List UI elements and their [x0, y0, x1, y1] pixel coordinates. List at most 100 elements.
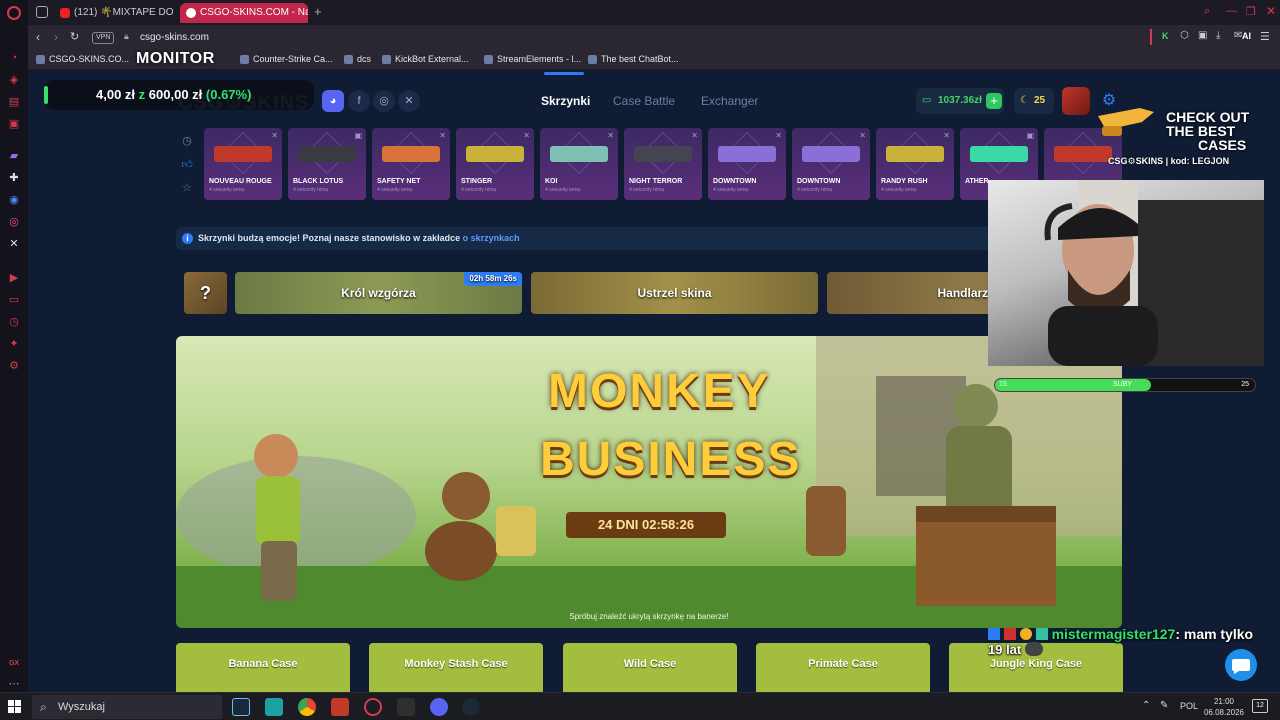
- kick-extension-icon[interactable]: K: [1162, 31, 1169, 41]
- aria-icon[interactable]: ◈: [6, 72, 22, 88]
- gift-badge-icon: [1019, 628, 1032, 640]
- knife-icon: [1098, 108, 1154, 136]
- drop-time: 4 sekundy temu: [797, 187, 833, 193]
- more-icon[interactable]: ⋯: [6, 676, 22, 692]
- case-primate[interactable]: Primate Case: [756, 643, 930, 692]
- bookmark-item[interactable]: StreamElements - l...: [484, 54, 581, 64]
- bookmark-item[interactable]: CSGO-SKINS.CO...: [36, 54, 129, 64]
- mystery-event[interactable]: ?: [184, 272, 227, 314]
- drop-name: NOUVEAU ROUGE: [209, 178, 272, 185]
- notifications-icon[interactable]: 12: [1252, 699, 1268, 713]
- reload-icon[interactable]: ↻: [70, 30, 79, 43]
- settings-icon[interactable]: ⚙: [6, 358, 22, 374]
- drop-item[interactable]: ✕ DOWNTOWN 4 sekundy temu: [708, 128, 786, 200]
- extensions-puzzle-icon[interactable]: ⬡: [1180, 30, 1189, 41]
- drop-item[interactable]: ✕ RANDY RUSH 4 sekundy temu: [876, 128, 954, 200]
- back-icon[interactable]: ‹: [36, 30, 40, 44]
- speed-dial-icon[interactable]: ◔: [6, 50, 22, 66]
- taskbar-search[interactable]: ⌕ Wyszukaj: [32, 695, 222, 719]
- drop-item[interactable]: ✕ KOI 4 sekundy temu: [540, 128, 618, 200]
- maximize-icon[interactable]: ❐: [1246, 5, 1256, 18]
- close-window-icon[interactable]: ✕: [1266, 4, 1276, 18]
- case-wild[interactable]: Wild Case: [563, 643, 737, 692]
- bookmark-item[interactable]: Counter-Strike Ca...: [240, 54, 333, 64]
- extensions-icon[interactable]: ✦: [6, 336, 22, 352]
- bookmark-item[interactable]: The best ChatBot...: [588, 54, 679, 64]
- bookmark-item[interactable]: dcs: [344, 54, 371, 64]
- discord-app-icon[interactable]: [430, 698, 448, 716]
- player-icon[interactable]: ▶: [6, 270, 22, 286]
- kick-icon[interactable]: ✚: [6, 170, 22, 186]
- coins-display[interactable]: ☾ 25: [1014, 88, 1054, 114]
- drop-item[interactable]: ▣ BLACK LOTUS 4 sekundy temu: [288, 128, 366, 200]
- bookmark-item[interactable]: KickBot External...: [382, 54, 469, 64]
- instagram-link-icon[interactable]: ◎: [373, 90, 395, 112]
- support-chat-button[interactable]: [1225, 649, 1257, 681]
- tab-csgo-skins[interactable]: CSGO-SKINS.COM - Najle: [180, 3, 308, 23]
- opera-gx-app-icon[interactable]: [364, 698, 382, 716]
- instagram-icon[interactable]: ◎: [6, 214, 22, 230]
- easy-setup-icon[interactable]: ☰: [1260, 30, 1270, 43]
- download-icon[interactable]: ⤓: [1216, 30, 1220, 41]
- drop-time: 4 sekundy temu: [293, 187, 329, 193]
- wallet-icon: ▭: [922, 95, 932, 106]
- case-monkey-stash[interactable]: Monkey Stash Case: [369, 643, 543, 692]
- case-banana[interactable]: Banana Case: [176, 643, 350, 692]
- tray-chevron-icon[interactable]: ⌃: [1142, 700, 1150, 711]
- windows-start-icon[interactable]: [8, 700, 22, 714]
- epic-games-app-icon[interactable]: [397, 698, 415, 716]
- snapshot-icon[interactable]: ▣: [1198, 30, 1207, 41]
- drop-item[interactable]: ✕ DOWNTOWN 4 sekundy temu: [792, 128, 870, 200]
- weapon-image: [550, 146, 608, 162]
- tab-label: CSGO-SKINS.COM - Najle: [200, 7, 308, 18]
- drop-name: NIGHT TERROR: [629, 178, 683, 185]
- drop-item[interactable]: ✕ SAFETY NET 4 sekundy temu: [372, 128, 450, 200]
- notice-link[interactable]: o skrzynkach: [463, 233, 520, 243]
- minimize-icon[interactable]: —: [1226, 5, 1237, 17]
- opera-logo-icon[interactable]: [7, 6, 21, 20]
- history-icon[interactable]: ◷: [6, 314, 22, 330]
- facebook-icon[interactable]: f: [348, 90, 370, 112]
- event-banner[interactable]: MONKEY BUSINESS 24 DNI 02:58:26 Spróbuj …: [176, 336, 1122, 628]
- forward-icon[interactable]: ›: [54, 30, 58, 44]
- x-twitter-icon[interactable]: ✕: [6, 236, 22, 252]
- nav-cases[interactable]: Skrzynki: [541, 94, 590, 108]
- gx-icon[interactable]: GX: [6, 656, 22, 672]
- tabs-icon[interactable]: ▭: [6, 292, 22, 308]
- url-field[interactable]: csgo-skins.com: [140, 32, 209, 43]
- x-link-icon[interactable]: ✕: [398, 90, 420, 112]
- nav-exchanger[interactable]: Exchanger: [701, 94, 758, 108]
- vpn-badge[interactable]: VPN: [92, 32, 115, 44]
- ai-button[interactable]: AI: [1242, 31, 1251, 41]
- divider: [1150, 29, 1152, 45]
- drop-name: DOWNTOWN: [797, 178, 841, 185]
- case-icon: ▣: [1026, 131, 1034, 140]
- drop-time: 4 sekundy temu: [881, 187, 917, 193]
- steam-app-icon[interactable]: [232, 698, 250, 716]
- drop-item[interactable]: ✕ NOUVEAU ROUGE 4 sekundy temu: [204, 128, 282, 200]
- pen-icon[interactable]: ✎: [1160, 700, 1168, 711]
- files-app-icon[interactable]: [265, 698, 283, 716]
- search-tabs-icon[interactable]: ⌕: [1204, 5, 1210, 18]
- event-king-of-hill[interactable]: Król wzgórza 02h 58m 26s: [235, 272, 522, 314]
- clock[interactable]: 21:00 06.08.2026: [1200, 696, 1248, 718]
- voicemeeter-app-icon[interactable]: [331, 698, 349, 716]
- messenger-icon[interactable]: ◉: [6, 192, 22, 208]
- weapon-image: [298, 146, 356, 162]
- language-indicator[interactable]: POL: [1180, 701, 1198, 711]
- tab-youtube[interactable]: (121) 🌴MIXTAPE DO: [54, 3, 176, 23]
- discord-icon[interactable]: ◕: [322, 90, 344, 112]
- user-avatar[interactable]: [1062, 87, 1090, 115]
- drop-item[interactable]: ✕ NIGHT TERROR 4 sekundy temu: [624, 128, 702, 200]
- twitch-icon[interactable]: ▰: [6, 148, 22, 164]
- steam-client-app-icon[interactable]: [462, 698, 480, 716]
- chrome-app-icon[interactable]: [298, 698, 316, 716]
- nav-case-battle[interactable]: Case Battle: [613, 94, 675, 108]
- news-icon[interactable]: ▤: [6, 94, 22, 110]
- new-tab-button[interactable]: +: [314, 4, 322, 19]
- tab-menu-icon[interactable]: [36, 6, 48, 18]
- event-shoot-skin[interactable]: Ustrzel skina: [531, 272, 818, 314]
- drop-item[interactable]: ✕ STINGER 4 sekundy temu: [456, 128, 534, 200]
- workspace-icon[interactable]: ▣: [6, 116, 22, 132]
- deposit-button[interactable]: +: [986, 93, 1002, 109]
